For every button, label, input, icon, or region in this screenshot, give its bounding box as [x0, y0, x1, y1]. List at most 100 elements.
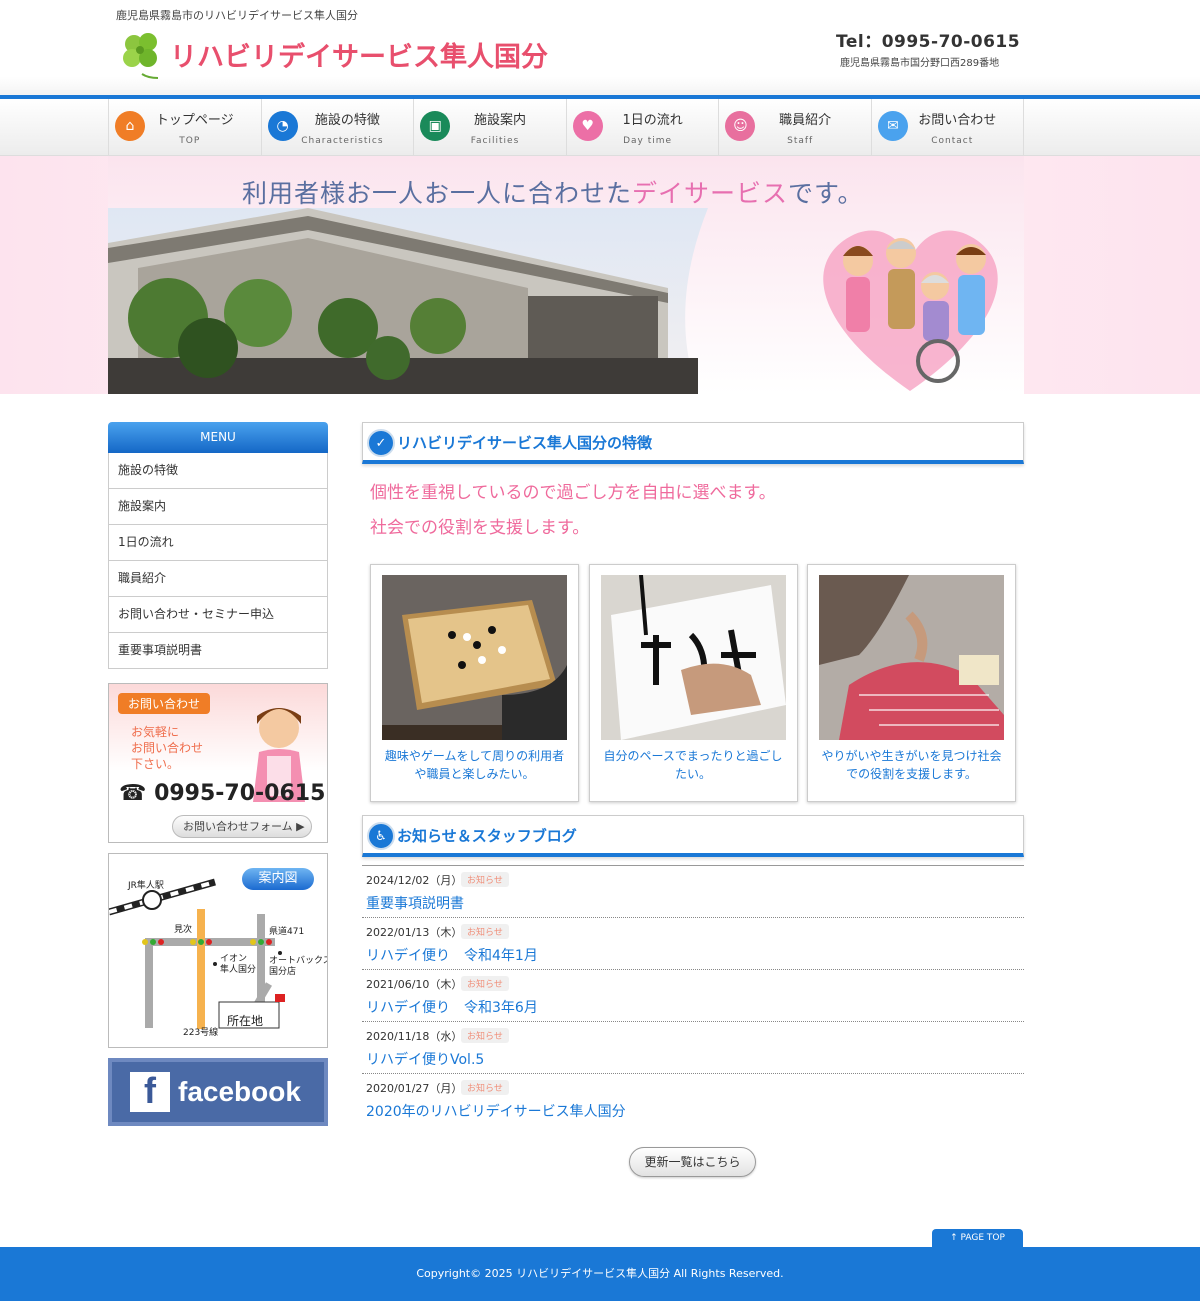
contact-message: お気軽に お問い合わせ 下さい。	[131, 724, 203, 772]
news-title-link[interactable]: 重要事項説明書	[366, 893, 464, 913]
nav-sub: TOP	[179, 136, 201, 146]
site-tagline: 鹿児島県霧島市のリハビリデイサービス隼人国分	[116, 9, 358, 22]
nav-label: 1日の流れ	[622, 113, 683, 128]
feature-cards: 趣味やゲームをして周りの利用者や職員と楽しみたい。 自分のペースでまったりと過ご…	[362, 564, 1024, 802]
feature-section-heading: ✓ リハビリデイサービス隼人国分の特徴	[362, 422, 1024, 464]
nav-item-top[interactable]: ⌂ トップページ TOP	[108, 99, 261, 156]
header-tel: Tel：0995-70-0615	[836, 32, 1021, 52]
feature-card-text: 趣味やゲームをして周りの利用者や職員と楽しみたい。	[384, 749, 565, 781]
feature-card: 自分のペースでまったりと過ごしたい。	[588, 564, 798, 802]
map-label-route471: 県道471	[269, 927, 305, 937]
nav-label: トップページ	[155, 113, 234, 128]
news-category-badge: お知らせ	[461, 924, 509, 939]
catch-part-3: です。	[788, 179, 864, 208]
menu-item-daytime[interactable]: 1日の流れ	[108, 525, 328, 561]
news-item: 2024/12/02（月） お知らせ 重要事項説明書	[362, 866, 1024, 918]
news-title-link[interactable]: 2020年のリハビリデイサービス隼人国分	[366, 1101, 626, 1121]
contact-banner[interactable]: お問い合わせ お気軽に お問い合わせ 下さい。 ☎ 0995-70-0615 お…	[108, 683, 328, 843]
page-top-button[interactable]: ↑ PAGE TOP	[932, 1229, 1023, 1248]
more-updates-button[interactable]: 更新一覧はこちら	[629, 1147, 756, 1177]
menu-item-characteristics[interactable]: 施設の特徴	[108, 453, 328, 489]
site-header: 鹿児島県霧島市のリハビリデイサービス隼人国分 リハビリデイサービス隼人国分 Te…	[0, 0, 1200, 96]
news-section-heading: ♿ お知らせ＆スタッフブログ	[362, 815, 1024, 857]
catch-part-2: デイサービス	[632, 179, 789, 208]
map-title: 案内図	[242, 868, 314, 890]
nav-label: 職員紹介	[779, 113, 832, 128]
map-label-station: JR隼人駅	[128, 881, 164, 891]
contact-tel: ☎ 0995-70-0615	[119, 781, 326, 806]
nav-item-staff[interactable]: ☺ 職員紹介 Staff	[718, 99, 871, 156]
news-category-badge: お知らせ	[461, 976, 509, 991]
news-section-title: お知らせ＆スタッフブログ	[397, 827, 577, 845]
facebook-text: facebook	[178, 1076, 301, 1107]
intro-line: 社会での役割を支援します。	[370, 518, 590, 538]
news-title-link[interactable]: リハデイ便り 令和3年6月	[366, 997, 538, 1017]
clover-logo-icon	[123, 33, 159, 79]
access-map[interactable]: 案内図 JR隼人駅 見次 県道471 イオン 隼人国分 オートバックス 国分店 …	[108, 853, 328, 1048]
news-title-link[interactable]: リハデイ便りVol.5	[366, 1049, 484, 1069]
go-game-photo	[382, 575, 567, 740]
map-label-autobacs: 国分店	[269, 967, 297, 977]
header-address: 鹿児島県霧島市国分野口西289番地	[840, 58, 1000, 69]
copyright-text: Copyright© 2025 リハビリデイサービス隼人国分 All Right…	[416, 1267, 784, 1280]
nav-sub: Staff	[787, 136, 814, 146]
news-item: 2020/01/27（月） お知らせ 2020年のリハビリデイサービス隼人国分	[362, 1074, 1024, 1126]
feature-card: 趣味やゲームをして周りの利用者や職員と楽しみたい。	[370, 564, 579, 802]
map-label-aeon: イオン	[220, 954, 248, 964]
news-category-badge: お知らせ	[461, 1028, 509, 1043]
news-item: 2022/01/13（木） お知らせ リハデイ便り 令和4年1月	[362, 918, 1024, 970]
hero-banner: 利用者様お一人お一人に合わせたデイサービスです。	[0, 156, 1200, 394]
calligraphy-photo	[600, 575, 786, 740]
facebook-banner[interactable]: f facebook	[108, 1058, 328, 1126]
nav-item-daytime[interactable]: ♥ 1日の流れ Day time	[565, 99, 719, 156]
nav-item-contact[interactable]: ✉ お問い合わせ Contact	[870, 99, 1024, 156]
staff-illustration	[823, 230, 998, 391]
news-item: 2020/11/18（水） お知らせ リハデイ便りVol.5	[362, 1022, 1024, 1074]
nav-label: 施設の特徴	[314, 113, 380, 128]
nav-sub: Characteristics	[301, 136, 384, 146]
sewing-photo	[819, 575, 1004, 740]
news-title-link[interactable]: リハデイ便り 令和4年1月	[366, 945, 538, 965]
news-date: 2020/11/18（水）	[366, 1030, 463, 1043]
sidebar: MENU 施設の特徴 施設案内 1日の流れ 職員紹介 お問い合わせ・セミナー申込…	[108, 422, 328, 1126]
news-date: 2022/01/13（木）	[366, 926, 463, 939]
news-date: 2024/12/02（月）	[366, 874, 463, 887]
feature-section-title: リハビリデイサービス隼人国分の特徴	[397, 434, 653, 452]
logo-text: リハビリデイサービス隼人国分	[170, 41, 548, 73]
nav-sub: Facilities	[470, 136, 520, 146]
menu-heading: MENU	[108, 422, 328, 453]
news-list: 2024/12/02（月） お知らせ 重要事項説明書 2022/01/13（木）…	[362, 865, 1024, 1126]
intro-line: 個性を重視しているので過ごし方を自由に選べます。	[370, 483, 776, 503]
site-logo[interactable]: リハビリデイサービス隼人国分	[118, 28, 548, 80]
nav-label: お問い合わせ	[918, 113, 997, 128]
site-footer: Copyright© 2025 リハビリデイサービス隼人国分 All Right…	[0, 1247, 1200, 1301]
main-content: ✓ リハビリデイサービス隼人国分の特徴 個性を重視しているので過ごし方を自由に選…	[362, 422, 1024, 1177]
map-label-mitsugi: 見次	[174, 925, 193, 935]
menu-item-staff[interactable]: 職員紹介	[108, 561, 328, 597]
map-label-location: 所在地	[227, 1014, 264, 1028]
nav-item-facilities[interactable]: ▣ 施設案内 Facilities	[413, 99, 566, 156]
nav-sub: Contact	[931, 136, 974, 146]
facility-building-photo	[108, 208, 708, 394]
contact-msg-line: 下さい。	[131, 757, 180, 771]
contact-form-button[interactable]: お問い合わせフォーム ▶	[172, 815, 312, 838]
nav-sub: Day time	[623, 136, 673, 146]
contact-msg-line: お問い合わせ	[131, 741, 204, 755]
feature-card: やりがいや生きがいを見つけ社会での役割を支援します。	[807, 564, 1016, 802]
news-date: 2021/06/10（木）	[366, 978, 463, 991]
facebook-icon: f	[130, 1070, 170, 1112]
news-category-badge: お知らせ	[461, 872, 509, 887]
menu-item-facilities[interactable]: 施設案内	[108, 489, 328, 525]
nav-item-characteristics[interactable]: ◔ 施設の特徴 Characteristics	[260, 99, 414, 156]
contact-msg-line: お気軽に	[131, 725, 180, 739]
feature-card-text: 自分のペースでまったりと過ごしたい。	[603, 749, 783, 781]
feature-intro: 個性を重視しているので過ごし方を自由に選べます。 社会での役割を支援します。	[362, 476, 1024, 546]
contact-tag: お問い合わせ	[118, 693, 211, 714]
section-heading-icon: ✓	[367, 429, 395, 457]
menu-item-important-doc[interactable]: 重要事項説明書	[108, 633, 328, 669]
map-label-aeon: 隼人国分	[220, 965, 257, 975]
feature-card-text: やりがいや生きがいを見つけ社会での役割を支援します。	[821, 749, 1002, 781]
menu-item-contact-seminar[interactable]: お問い合わせ・セミナー申込	[108, 597, 328, 633]
news-date: 2020/01/27（月）	[366, 1082, 463, 1095]
nav-label: 施設案内	[473, 113, 526, 128]
